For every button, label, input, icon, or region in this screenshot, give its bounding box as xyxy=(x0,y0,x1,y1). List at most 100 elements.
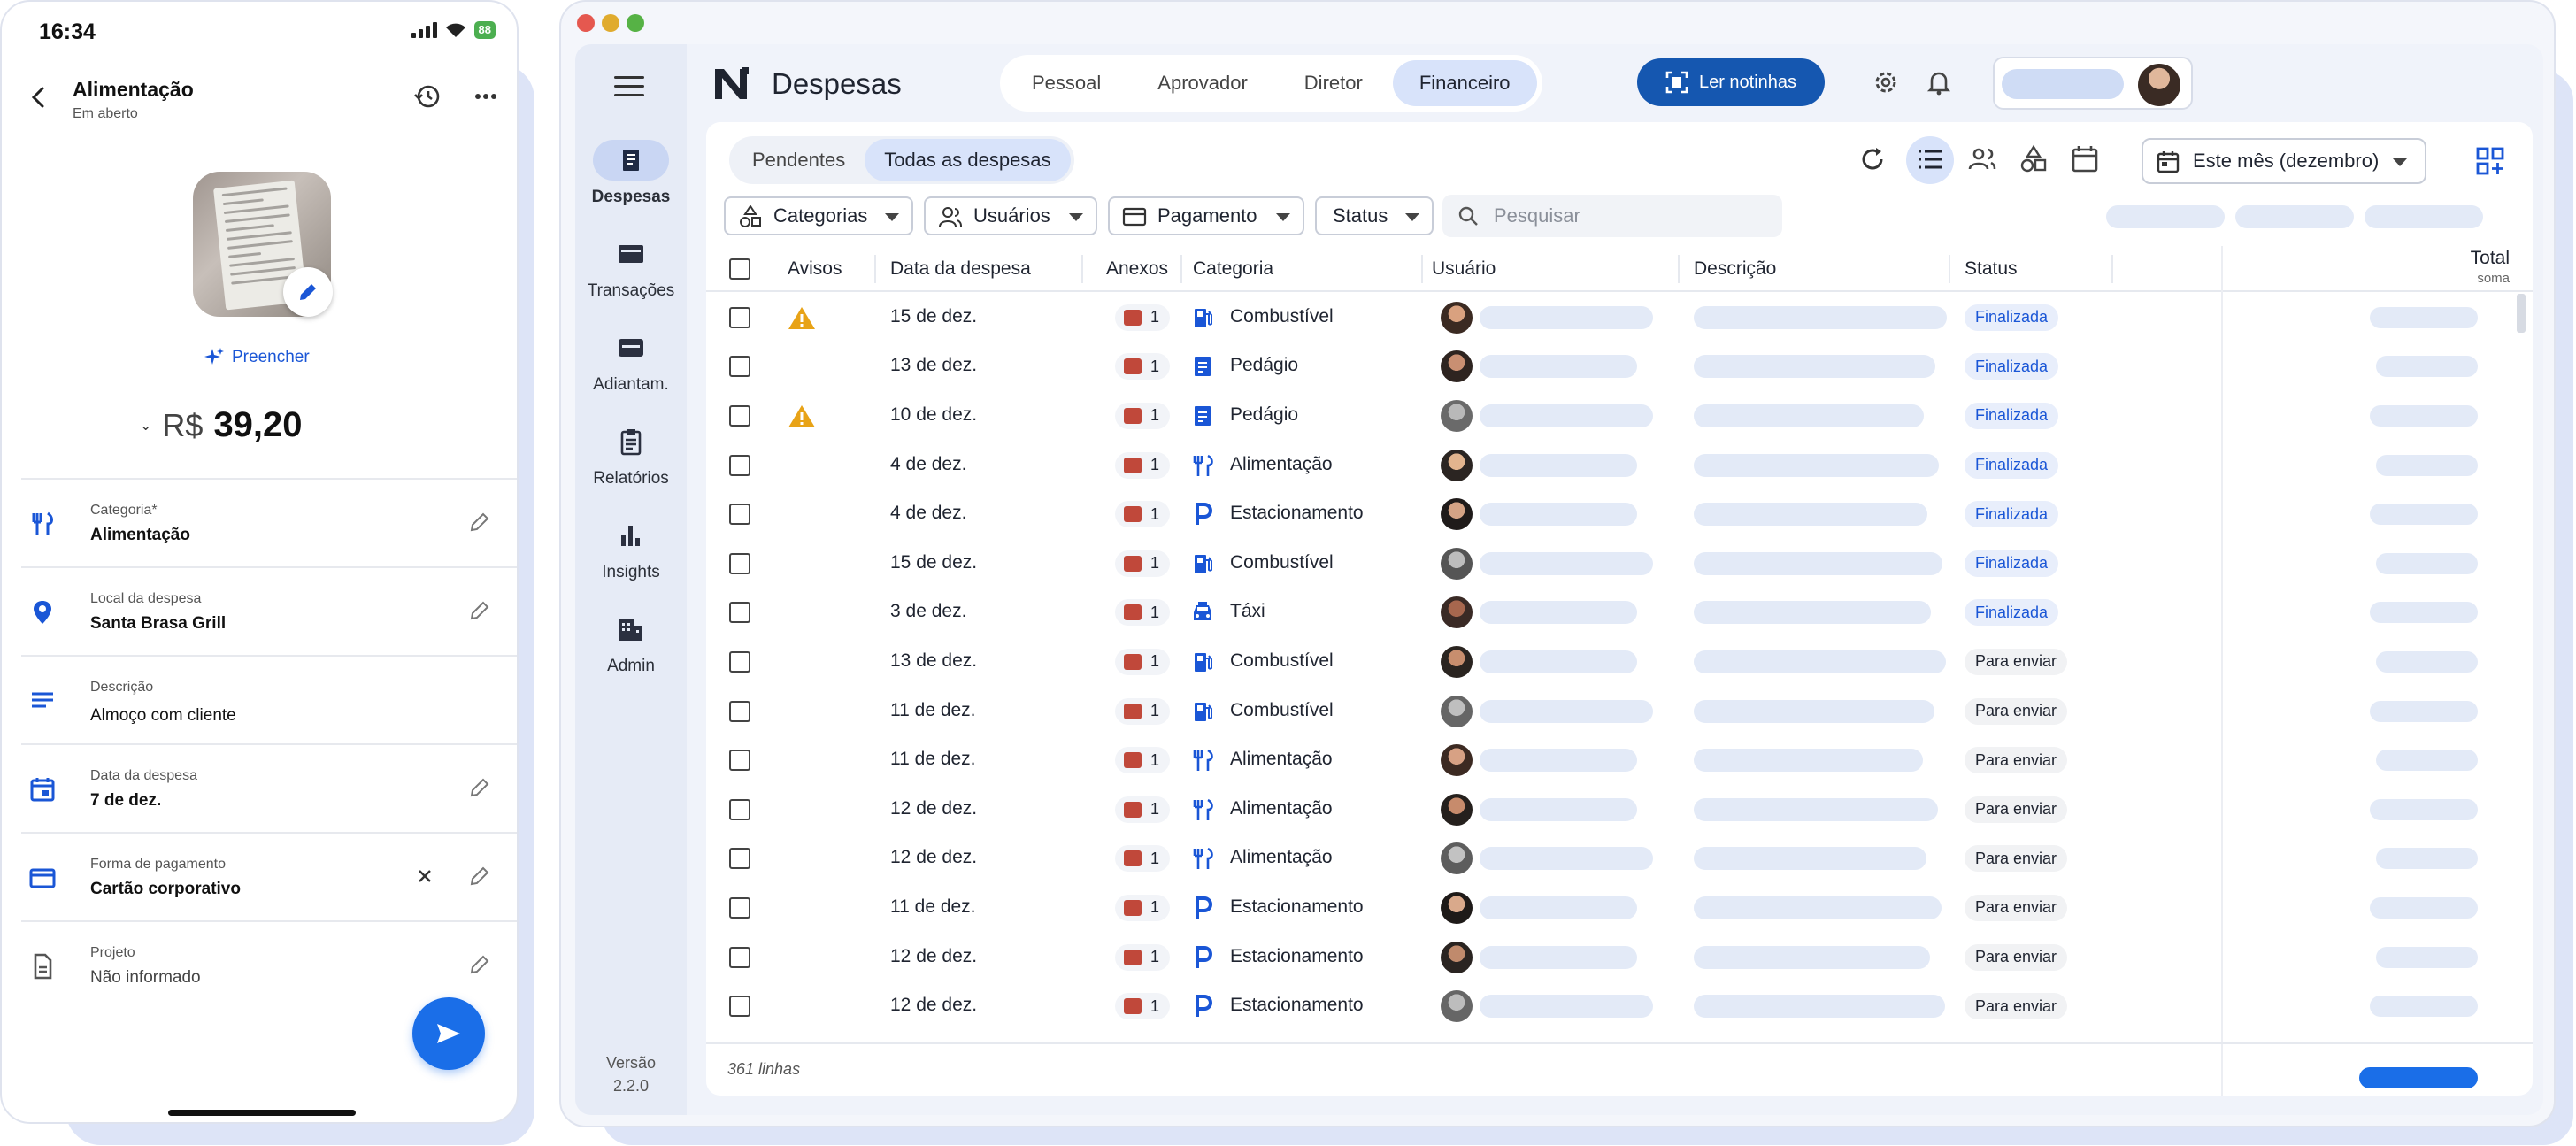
clear-icon[interactable] xyxy=(412,864,437,888)
history-icon[interactable] xyxy=(412,81,442,112)
pencil-icon[interactable] xyxy=(467,775,492,800)
tab-financeiro[interactable]: Financeiro xyxy=(1392,60,1537,106)
row-checkbox[interactable] xyxy=(729,750,750,772)
filter-categorias[interactable]: Categorias xyxy=(724,196,913,235)
pencil-icon[interactable] xyxy=(467,510,492,535)
table-row[interactable]: 12 de dez. 1 Estacionamento Para enviar xyxy=(706,981,2533,1031)
pencil-icon[interactable] xyxy=(467,864,492,888)
table-row[interactable]: 10 de dez. 1 Pedágio Finalizada xyxy=(706,391,2533,441)
close-window-button[interactable] xyxy=(577,14,595,32)
row-checkbox[interactable] xyxy=(729,798,750,820)
field-project[interactable]: Projeto Não informado xyxy=(21,920,517,1009)
amount-display[interactable]: ⌄ R$ 39,20 xyxy=(140,405,303,445)
nav-item-transacoes[interactable]: Transações xyxy=(575,234,687,301)
table-row[interactable]: 4 de dez. 1 Alimentação Finalizada xyxy=(706,441,2533,490)
refresh-icon[interactable] xyxy=(1857,143,1888,175)
add-widget-icon[interactable] xyxy=(2474,145,2506,177)
attachment-chip[interactable]: 1 xyxy=(1115,501,1170,528)
back-arrow-icon[interactable] xyxy=(25,83,53,112)
maximize-window-button[interactable] xyxy=(627,14,644,32)
minimize-window-button[interactable] xyxy=(602,14,619,32)
field-category[interactable]: Categoria* Alimentação xyxy=(21,478,517,566)
nav-item-adiantamentos[interactable]: Adiantam. xyxy=(575,327,687,395)
edit-photo-button[interactable] xyxy=(283,267,333,317)
pencil-icon[interactable] xyxy=(467,598,492,623)
attachment-chip[interactable]: 1 xyxy=(1115,550,1170,577)
row-checkbox[interactable] xyxy=(729,454,750,476)
column-header-categoria[interactable]: Categoria xyxy=(1193,258,1273,280)
table-row[interactable]: 13 de dez. 1 Combustível Para enviar xyxy=(706,637,2533,687)
attachment-chip[interactable]: 1 xyxy=(1115,648,1170,675)
table-row[interactable]: 15 de dez. 1 Combustível Finalizada xyxy=(706,293,2533,342)
table-scrollbar[interactable] xyxy=(2517,294,2526,333)
column-header-usuario[interactable]: Usuário xyxy=(1432,258,1496,280)
field-location[interactable]: Local da despesa Santa Brasa Grill xyxy=(21,566,517,655)
attachment-chip[interactable]: 1 xyxy=(1115,697,1170,725)
row-checkbox[interactable] xyxy=(729,602,750,624)
attachment-chip[interactable]: 1 xyxy=(1115,747,1170,774)
select-all-checkbox[interactable] xyxy=(729,258,750,280)
attachment-chip[interactable]: 1 xyxy=(1115,402,1170,429)
attachment-chip[interactable]: 1 xyxy=(1115,304,1170,331)
attachment-chip[interactable]: 1 xyxy=(1115,796,1170,823)
notification-bell-icon[interactable] xyxy=(1924,67,1954,97)
tab-pendentes[interactable]: Pendentes xyxy=(733,139,865,181)
field-payment[interactable]: Forma de pagamento Cartão corporativo xyxy=(21,832,517,920)
search-input[interactable]: Pesquisar xyxy=(1442,195,1782,237)
attachment-chip[interactable]: 1 xyxy=(1115,845,1170,873)
row-checkbox[interactable] xyxy=(729,996,750,1018)
column-header-descricao[interactable]: Descrição xyxy=(1694,258,1776,280)
filter-usuarios[interactable]: Usuários xyxy=(924,196,1097,235)
group-by-user-icon[interactable] xyxy=(1966,143,1998,175)
table-row[interactable]: 15 de dez. 1 Combustível Finalizada xyxy=(706,539,2533,588)
attachment-chip[interactable]: 1 xyxy=(1115,451,1170,479)
table-row[interactable]: 11 de dez. 1 Alimentação Para enviar xyxy=(706,735,2533,785)
row-checkbox[interactable] xyxy=(729,946,750,968)
tab-diretor[interactable]: Diretor xyxy=(1278,60,1389,106)
row-checkbox[interactable] xyxy=(729,700,750,722)
filter-pagamento[interactable]: Pagamento xyxy=(1108,196,1304,235)
column-header-total[interactable]: Total xyxy=(2471,248,2510,269)
user-menu[interactable] xyxy=(1993,57,2193,110)
tab-aprovador[interactable]: Aprovador xyxy=(1131,60,1274,106)
table-row[interactable]: 3 de dez. 1 Táxi Finalizada xyxy=(706,588,2533,638)
attachment-chip[interactable]: 1 xyxy=(1115,894,1170,921)
settings-gear-icon[interactable] xyxy=(1871,67,1901,97)
more-options-icon[interactable] xyxy=(471,81,501,112)
nav-item-relatorios[interactable]: Relatórios xyxy=(575,421,687,488)
column-header-avisos[interactable]: Avisos xyxy=(788,258,842,280)
row-checkbox[interactable] xyxy=(729,896,750,919)
nav-item-admin[interactable]: Admin xyxy=(575,609,687,676)
warning-icon[interactable] xyxy=(788,404,816,428)
nav-item-insights[interactable]: Insights xyxy=(575,515,687,582)
attachment-chip[interactable]: 1 xyxy=(1115,943,1170,971)
table-row[interactable]: 4 de dez. 1 Estacionamento Finalizada xyxy=(706,489,2533,539)
submit-button[interactable] xyxy=(412,997,485,1070)
row-checkbox[interactable] xyxy=(729,306,750,328)
row-checkbox[interactable] xyxy=(729,552,750,574)
table-row[interactable]: 12 de dez. 1 Alimentação Para enviar xyxy=(706,835,2533,884)
period-selector[interactable]: Este mês (dezembro) xyxy=(2142,138,2426,184)
attachment-chip[interactable]: 1 xyxy=(1115,599,1170,627)
row-checkbox[interactable] xyxy=(729,504,750,526)
warning-icon[interactable] xyxy=(788,305,816,330)
row-checkbox[interactable] xyxy=(729,848,750,870)
scan-receipts-button[interactable]: Ler notinhas xyxy=(1637,58,1825,106)
autofill-button[interactable]: Preencher xyxy=(204,347,310,368)
column-header-data[interactable]: Data da despesa xyxy=(890,258,1031,280)
field-date[interactable]: Data da despesa 7 de dez. xyxy=(21,743,517,832)
table-row[interactable]: 11 de dez. 1 Estacionamento Para enviar xyxy=(706,883,2533,933)
filter-status[interactable]: Status xyxy=(1315,196,1434,235)
column-header-anexos[interactable]: Anexos xyxy=(1106,258,1168,280)
table-row[interactable]: 12 de dez. 1 Estacionamento Para enviar xyxy=(706,933,2533,982)
nav-item-despesas[interactable]: Despesas xyxy=(575,140,687,207)
table-row[interactable]: 12 de dez. 1 Alimentação Para enviar xyxy=(706,785,2533,835)
pencil-icon[interactable] xyxy=(467,952,492,977)
column-header-status[interactable]: Status xyxy=(1965,258,2018,280)
row-checkbox[interactable] xyxy=(729,404,750,427)
row-checkbox[interactable] xyxy=(729,650,750,673)
tab-pessoal[interactable]: Pessoal xyxy=(1005,60,1127,106)
attachment-chip[interactable]: 1 xyxy=(1115,353,1170,381)
table-row[interactable]: 11 de dez. 1 Combustível Para enviar xyxy=(706,687,2533,736)
field-description[interactable]: Descrição Almoço com cliente xyxy=(21,655,517,743)
